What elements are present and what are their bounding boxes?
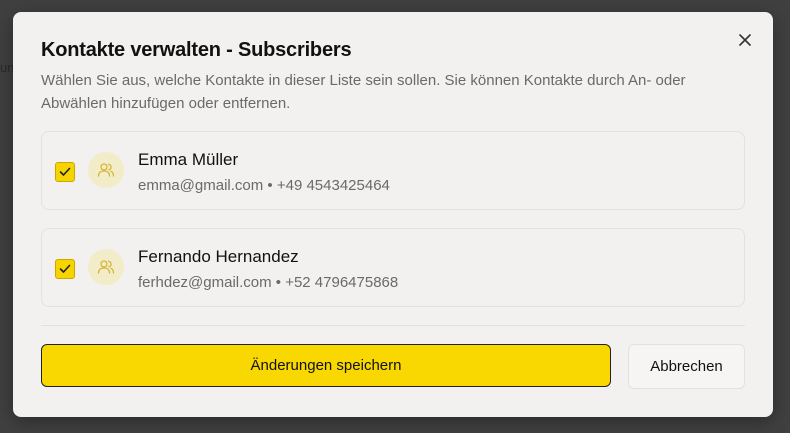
contact-name: Emma Müller [138,150,239,169]
contact-checkbox[interactable] [55,259,75,279]
dialog-description: Wählen Sie aus, welche Kontakte in diese… [41,72,686,112]
contact-name: Fernando Hernandez [138,247,299,266]
dialog-title: Kontakte verwalten - Subscribers [41,39,352,61]
users-icon [97,163,115,177]
users-icon [97,260,115,274]
checkmark-icon [59,167,71,176]
divider [41,325,745,326]
close-icon [739,34,751,46]
contact-row[interactable]: Fernando Hernandez ferhdez@gmail.com • +… [41,228,745,307]
checkmark-icon [59,264,71,273]
manage-contacts-dialog: Kontakte verwalten - Subscribers Wählen … [13,12,773,417]
cancel-button[interactable]: Abbrechen [628,344,745,389]
close-button[interactable] [735,30,755,50]
contact-meta: ferhdez@gmail.com • +52 4796475868 [138,274,399,291]
contact-meta: emma@gmail.com • +49 4543425464 [138,177,390,194]
avatar [88,249,124,285]
avatar [88,152,124,188]
contact-checkbox[interactable] [55,162,75,182]
contact-row[interactable]: Emma Müller emma@gmail.com • +49 4543425… [41,131,745,210]
save-button[interactable]: Änderungen speichern [41,344,611,387]
